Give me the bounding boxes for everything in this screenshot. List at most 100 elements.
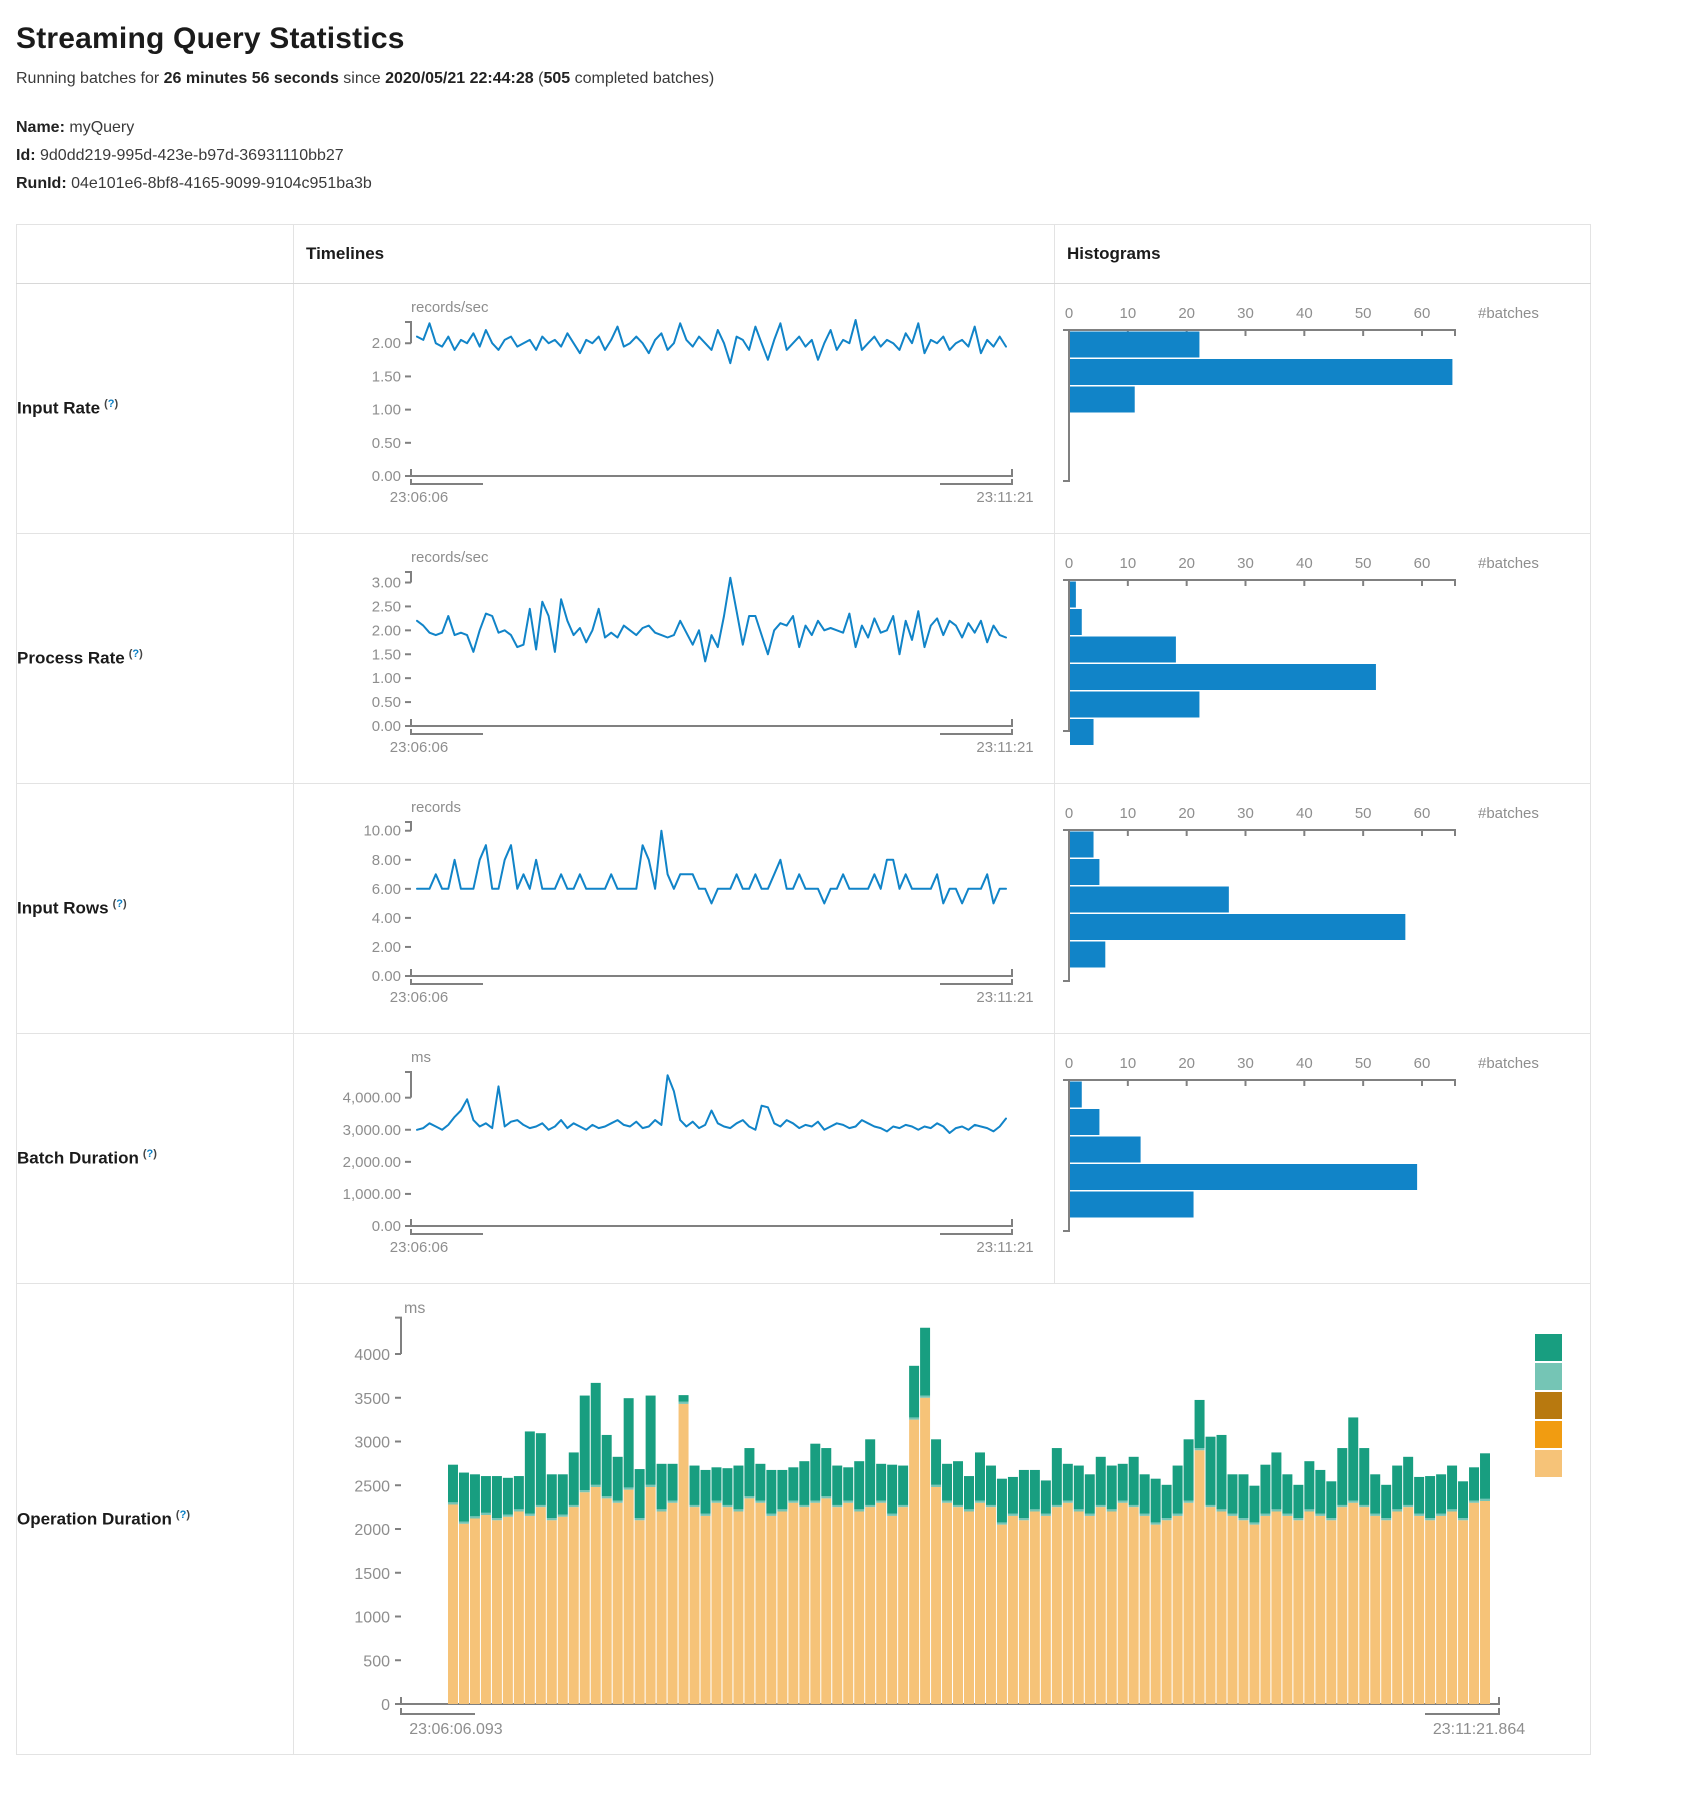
svg-text:0: 0 <box>1065 305 1073 322</box>
svg-text:1.00: 1.00 <box>372 402 401 419</box>
svg-text:500: 500 <box>363 1653 390 1670</box>
running-batches-summary: Running batches for 26 minutes 56 second… <box>16 70 1677 88</box>
svg-text:60: 60 <box>1414 805 1431 822</box>
svg-text:1,000.00: 1,000.00 <box>343 1186 401 1203</box>
svg-text:3.00: 3.00 <box>372 575 401 592</box>
batch-duration-histogram-chart: 0102030405060#batches <box>1055 1034 1591 1284</box>
completed-batches-count: 505 <box>543 70 570 87</box>
svg-text:23:11:21: 23:11:21 <box>976 739 1033 756</box>
table-row-input-rows: Input Rows(?) records10.008.006.004.002.… <box>17 784 1591 1034</box>
help-icon[interactable]: (?) <box>129 648 143 660</box>
svg-text:#batches: #batches <box>1478 805 1539 822</box>
svg-text:60: 60 <box>1414 1055 1431 1072</box>
svg-text:40: 40 <box>1296 555 1313 572</box>
table-row-batch-duration: Batch Duration(?) ms4,000.003,000.002,00… <box>17 1034 1591 1284</box>
svg-text:50: 50 <box>1355 555 1372 572</box>
header-histograms: Histograms <box>1055 225 1591 284</box>
svg-text:#batches: #batches <box>1478 305 1539 322</box>
svg-text:20: 20 <box>1178 805 1195 822</box>
svg-text:23:06:06.093: 23:06:06.093 <box>409 1721 503 1738</box>
svg-text:10: 10 <box>1119 1055 1136 1072</box>
input-rate-timeline-chart: records/sec2.001.501.000.500.0023:06:062… <box>294 284 1055 534</box>
svg-text:40: 40 <box>1296 805 1313 822</box>
svg-text:23:11:21: 23:11:21 <box>976 1239 1033 1256</box>
svg-text:records/sec: records/sec <box>411 299 489 316</box>
svg-text:4,000.00: 4,000.00 <box>343 1090 401 1107</box>
svg-text:2500: 2500 <box>354 1478 390 1495</box>
svg-text:23:06:06: 23:06:06 <box>390 989 448 1006</box>
svg-text:3500: 3500 <box>354 1391 390 1408</box>
svg-text:0: 0 <box>381 1697 390 1714</box>
svg-text:23:11:21: 23:11:21 <box>976 489 1033 506</box>
statistics-table: Timelines Histograms Input Rate(?) recor… <box>16 224 1591 1755</box>
svg-text:4.00: 4.00 <box>372 910 401 927</box>
table-row-input-rate: Input Rate(?) records/sec2.001.501.000.5… <box>17 284 1591 534</box>
help-icon[interactable]: (?) <box>176 1509 190 1521</box>
svg-text:ms: ms <box>411 1049 431 1066</box>
svg-text:10.00: 10.00 <box>363 823 401 840</box>
input-rows-histogram-chart: 0102030405060#batches <box>1055 784 1591 1034</box>
svg-text:3,000.00: 3,000.00 <box>343 1122 401 1139</box>
svg-text:0: 0 <box>1065 555 1073 572</box>
svg-text:60: 60 <box>1414 555 1431 572</box>
svg-text:23:06:06: 23:06:06 <box>390 1239 448 1256</box>
help-icon[interactable]: (?) <box>113 898 127 910</box>
svg-text:30: 30 <box>1237 305 1254 322</box>
svg-text:40: 40 <box>1296 305 1313 322</box>
table-row-operation-duration: Operation Duration(?) ms4000350030002500… <box>17 1284 1591 1755</box>
header-empty-cell <box>17 225 294 284</box>
svg-text:2000: 2000 <box>354 1522 390 1539</box>
help-icon[interactable]: (?) <box>104 398 118 410</box>
svg-text:1500: 1500 <box>354 1566 390 1583</box>
svg-text:10: 10 <box>1119 555 1136 572</box>
svg-text:2.50: 2.50 <box>372 598 401 615</box>
svg-text:0: 0 <box>1065 805 1073 822</box>
svg-text:50: 50 <box>1355 1055 1372 1072</box>
svg-text:1.00: 1.00 <box>372 670 401 687</box>
row-label-input-rate: Input Rate(?) <box>17 284 294 534</box>
svg-text:4000: 4000 <box>354 1347 390 1364</box>
query-name-label: Name: <box>16 119 65 136</box>
operation-duration-stacked-chart: ms4000350030002500200015001000500023:06:… <box>294 1284 1591 1755</box>
svg-text:0.00: 0.00 <box>372 468 401 485</box>
svg-text:0.50: 0.50 <box>372 694 401 711</box>
svg-text:30: 30 <box>1237 805 1254 822</box>
svg-text:0.00: 0.00 <box>372 718 401 735</box>
svg-text:60: 60 <box>1414 305 1431 322</box>
query-runid-value: 04e101e6-8bf8-4165-9099-9104c951ba3b <box>71 175 372 192</box>
query-runid-label: RunId: <box>16 175 67 192</box>
svg-text:23:11:21.864: 23:11:21.864 <box>1433 1721 1525 1738</box>
svg-text:records/sec: records/sec <box>411 549 489 566</box>
process-rate-histogram-chart: 0102030405060#batches <box>1055 534 1591 784</box>
process-rate-timeline-chart: records/sec3.002.502.001.501.000.500.002… <box>294 534 1055 784</box>
svg-text:0.50: 0.50 <box>372 435 401 452</box>
svg-text:30: 30 <box>1237 555 1254 572</box>
svg-text:8.00: 8.00 <box>372 852 401 869</box>
help-icon[interactable]: (?) <box>143 1148 157 1160</box>
running-duration: 26 minutes 56 seconds <box>164 70 339 87</box>
header-timelines: Timelines <box>294 225 1055 284</box>
svg-text:30: 30 <box>1237 1055 1254 1072</box>
svg-text:10: 10 <box>1119 805 1136 822</box>
query-id-value: 9d0dd219-995d-423e-b97d-36931110bb27 <box>40 147 344 164</box>
input-rate-histogram-chart: 0102030405060#batches <box>1055 284 1591 534</box>
table-header-row: Timelines Histograms <box>17 225 1591 284</box>
row-label-process-rate: Process Rate(?) <box>17 534 294 784</box>
svg-text:ms: ms <box>404 1300 425 1317</box>
svg-text:0.00: 0.00 <box>372 1218 401 1235</box>
batch-duration-timeline-chart: ms4,000.003,000.002,000.001,000.000.0023… <box>294 1034 1055 1284</box>
query-name-value: myQuery <box>69 119 134 136</box>
svg-text:23:11:21: 23:11:21 <box>976 989 1033 1006</box>
svg-text:2.00: 2.00 <box>372 939 401 956</box>
svg-text:0: 0 <box>1065 1055 1073 1072</box>
svg-text:20: 20 <box>1178 305 1195 322</box>
start-timestamp: 2020/05/21 22:44:28 <box>385 70 534 87</box>
svg-text:2.00: 2.00 <box>372 335 401 352</box>
query-metadata: Name: myQuery Id: 9d0dd219-995d-423e-b97… <box>16 114 1677 198</box>
input-rows-timeline-chart: records10.008.006.004.002.000.0023:06:06… <box>294 784 1055 1034</box>
svg-text:records: records <box>411 799 461 816</box>
row-label-batch-duration: Batch Duration(?) <box>17 1034 294 1284</box>
row-label-input-rows: Input Rows(?) <box>17 784 294 1034</box>
table-row-process-rate: Process Rate(?) records/sec3.002.502.001… <box>17 534 1591 784</box>
query-id-label: Id: <box>16 147 36 164</box>
